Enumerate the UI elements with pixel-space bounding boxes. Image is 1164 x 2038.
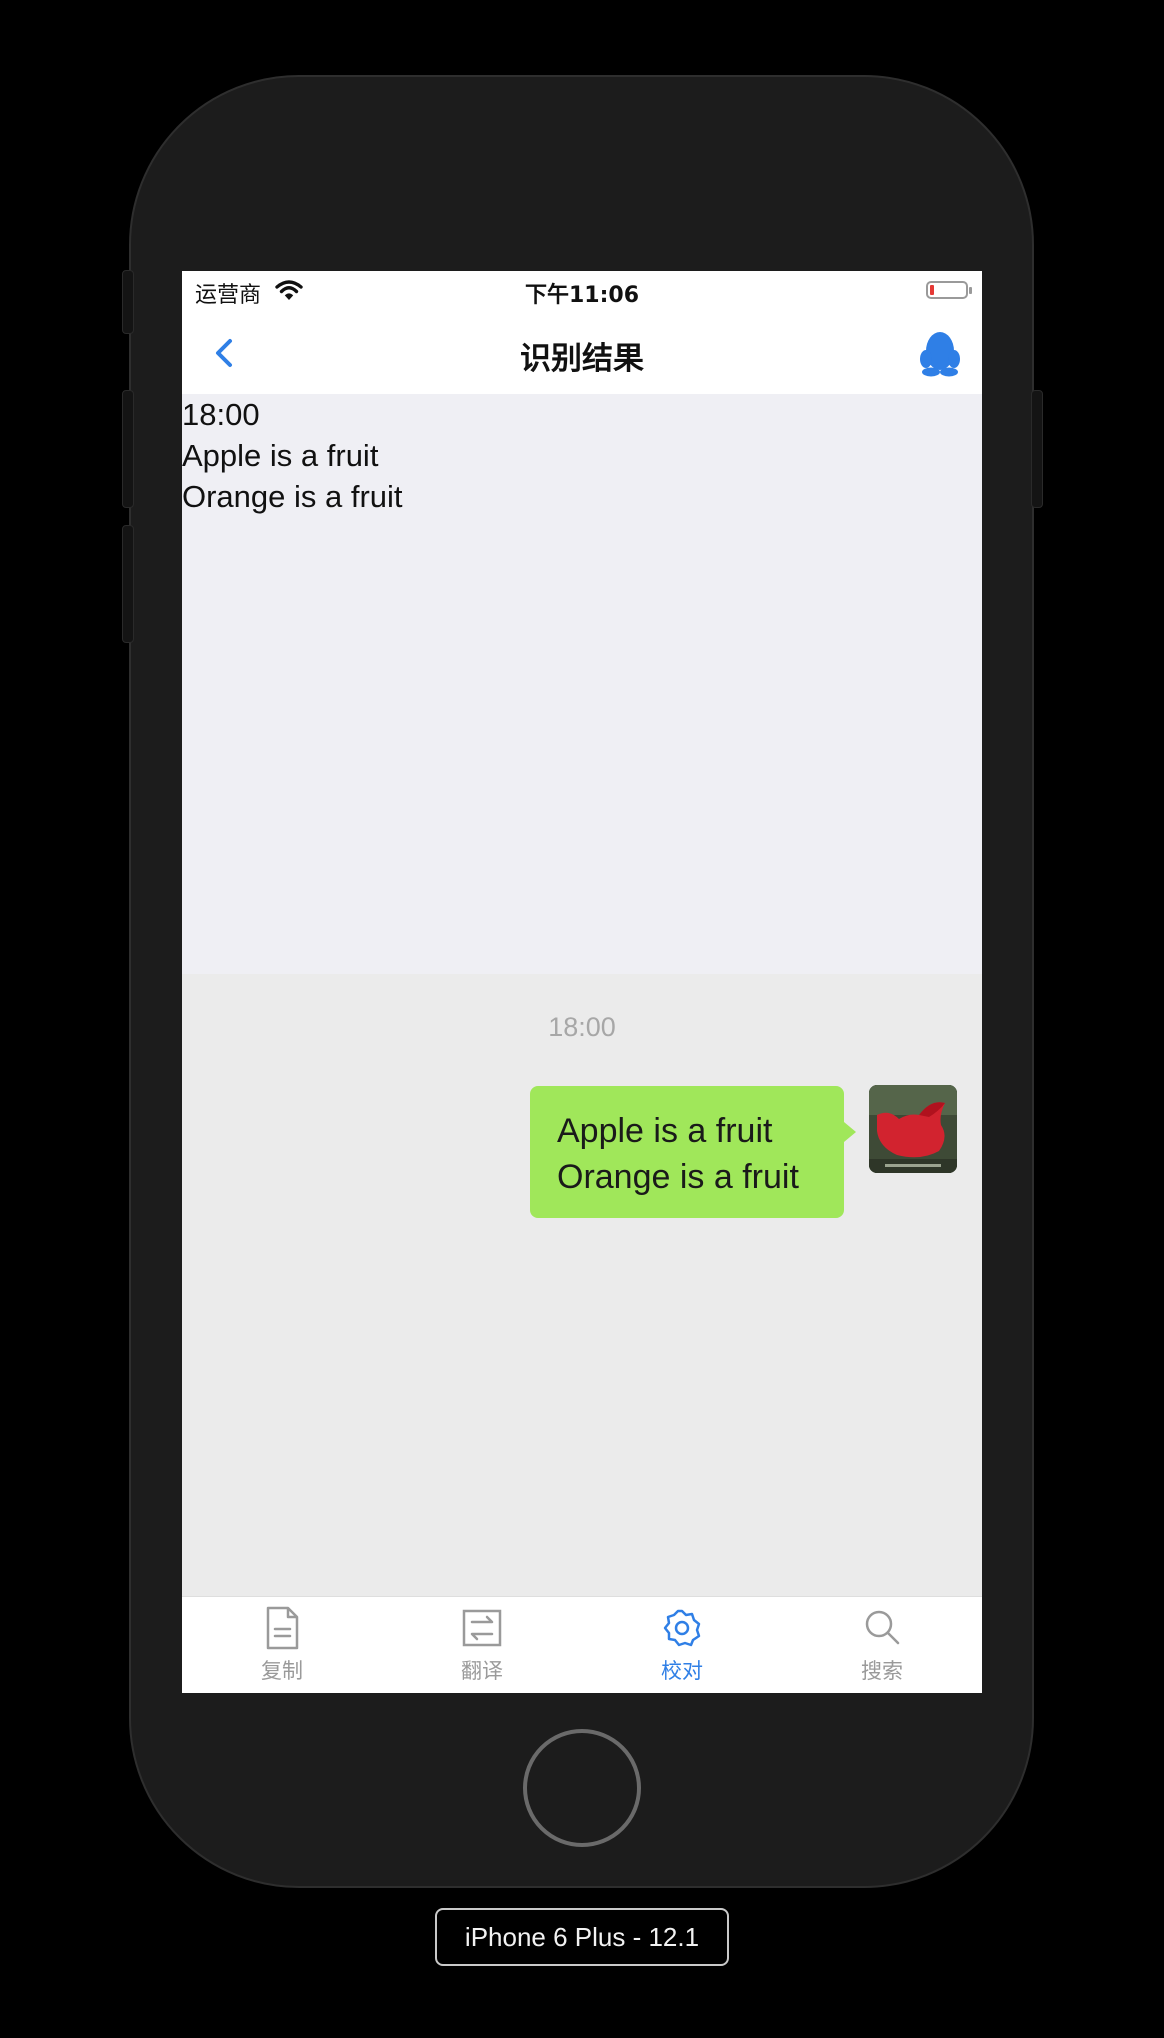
tab-bar: 复制 翻译 校对 搜索 — [182, 1596, 982, 1693]
avatar[interactable] — [869, 1085, 957, 1173]
message-line: Apple is a fruit — [557, 1112, 773, 1150]
tab-search[interactable]: 搜索 — [782, 1597, 982, 1693]
tab-label: 校对 — [661, 1659, 703, 1683]
tab-label: 搜索 — [861, 1659, 903, 1683]
page-title: 识别结果 — [520, 341, 644, 377]
chat-timestamp: 18:00 — [548, 1012, 616, 1042]
home-button[interactable] — [523, 1729, 641, 1847]
power-button — [1031, 390, 1043, 508]
qq-penguin-icon[interactable] — [918, 327, 962, 377]
recognized-text-line: 18:00 — [182, 397, 260, 432]
translate-icon — [462, 1609, 502, 1647]
battery-level — [930, 285, 934, 295]
tab-copy[interactable]: 复制 — [182, 1597, 382, 1693]
status-bar: 运营商 下午11:06 — [182, 271, 982, 311]
recognized-text-line: Apple is a fruit — [182, 438, 379, 473]
navigation-bar: 识别结果 — [182, 311, 982, 394]
tab-label: 复制 — [261, 1659, 303, 1683]
chat-preview: 18:00 Apple is a fruit Orange is a fruit — [182, 974, 982, 1596]
recognized-text-area[interactable]: 18:00 Apple is a fruit Orange is a fruit — [182, 394, 982, 974]
message-bubble[interactable]: Apple is a fruit Orange is a fruit — [530, 1086, 856, 1218]
volume-up-button — [122, 390, 134, 508]
simulator-stage: 运营商 下午11:06 识别结果 18:00 Apple is a fruit … — [0, 0, 1164, 2038]
recognized-text-line: Orange is a fruit — [182, 479, 403, 514]
battery-icon — [926, 281, 972, 299]
mute-switch — [122, 270, 134, 334]
tab-proofread[interactable]: 校对 — [582, 1597, 782, 1693]
tab-translate[interactable]: 翻译 — [382, 1597, 582, 1693]
search-icon — [865, 1610, 900, 1645]
volume-down-button — [122, 525, 134, 643]
simulator-device-label: iPhone 6 Plus - 12.1 — [435, 1908, 729, 1966]
message-line: Orange is a fruit — [557, 1158, 799, 1196]
status-time: 下午11:06 — [524, 283, 640, 308]
tab-label: 翻译 — [461, 1659, 503, 1683]
phone-screen: 运营商 下午11:06 识别结果 18:00 Apple is a fruit … — [182, 271, 982, 1693]
gear-icon — [663, 1609, 701, 1647]
document-icon — [266, 1606, 299, 1650]
